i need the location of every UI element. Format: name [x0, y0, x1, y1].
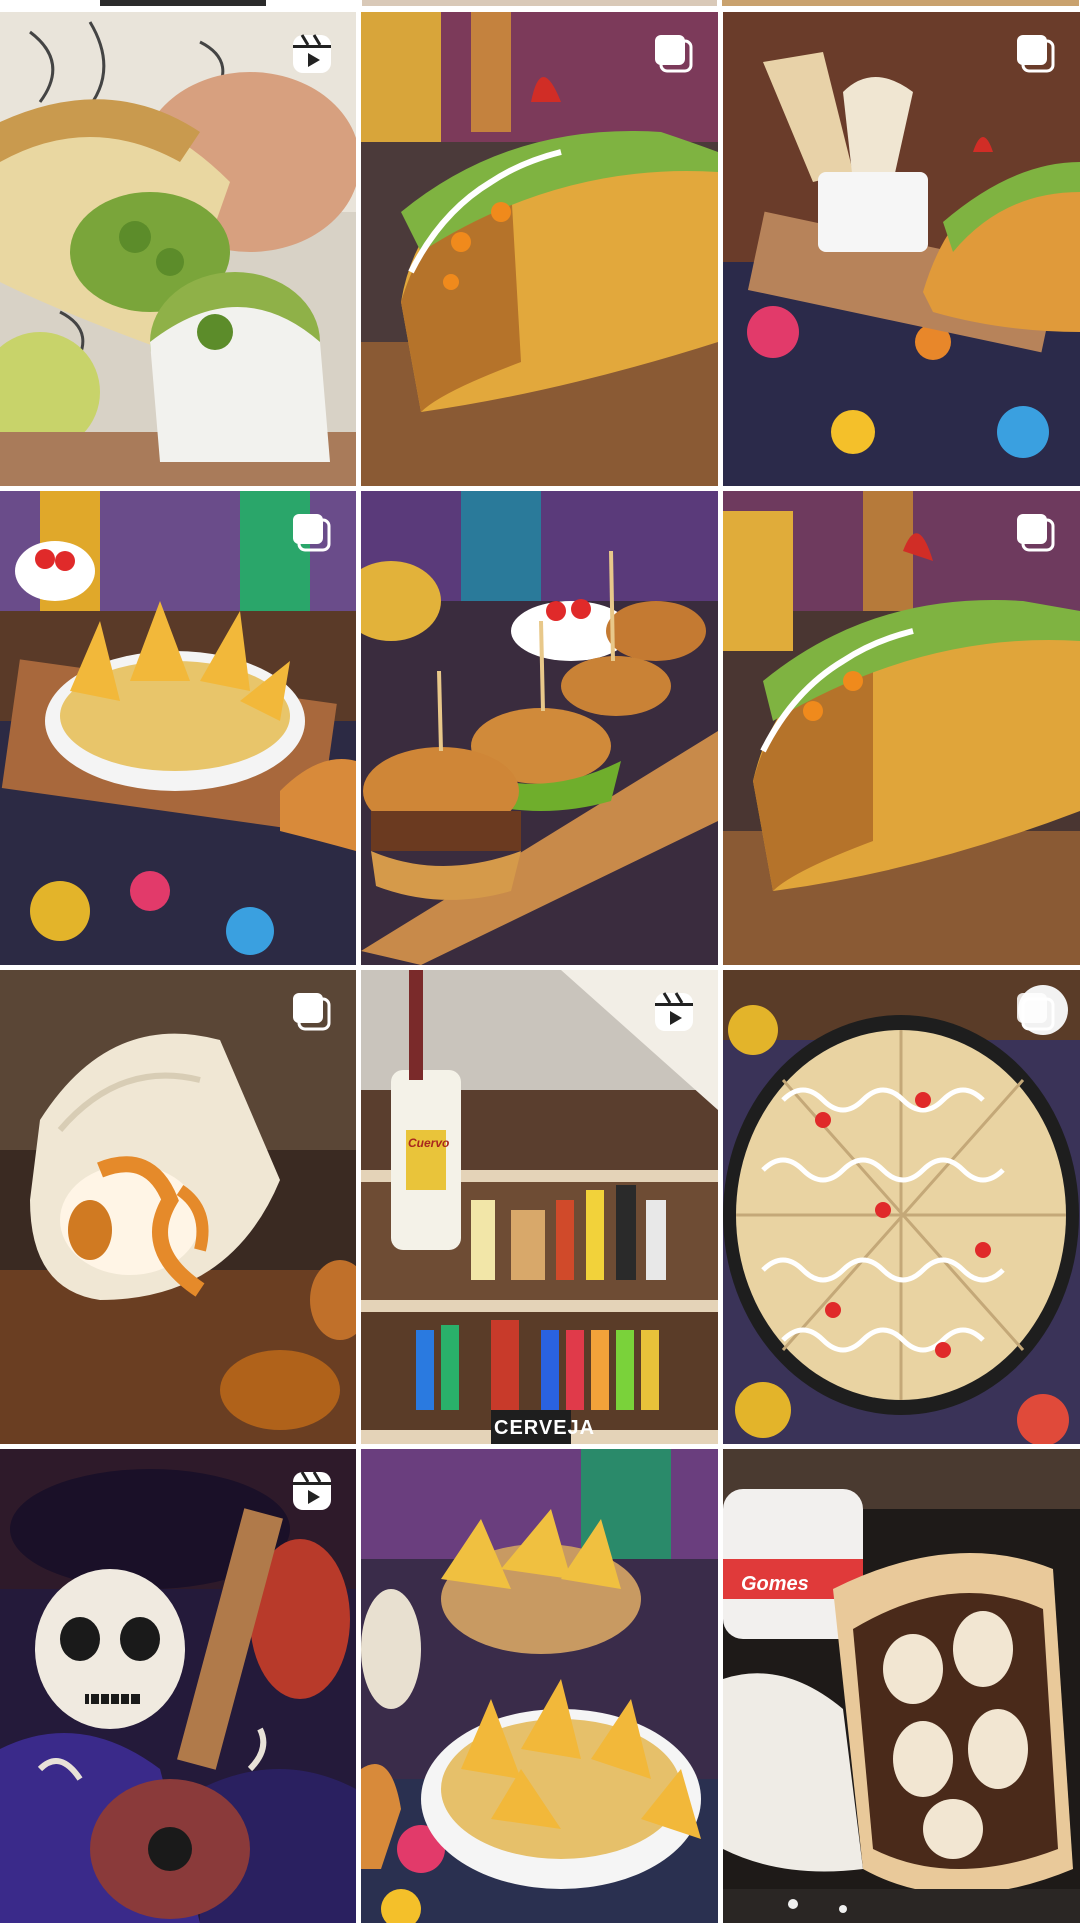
post-tile-taco-closeup[interactable] [723, 491, 1080, 965]
taco-photo [361, 12, 718, 486]
carousel-icon [655, 35, 693, 73]
post-tile-chocolate-wrap[interactable]: Gomes [723, 1449, 1080, 1923]
skeleton-photo [0, 1449, 356, 1923]
bar-sign: CERVEJA [494, 1417, 596, 1439]
reel-icon [293, 1471, 331, 1510]
post-tile-sliders[interactable] [361, 491, 718, 965]
post-tile-nachos-cheese[interactable] [0, 491, 356, 965]
nachos-bowl-photo [361, 1449, 718, 1923]
post-tile-nachos-bowl[interactable] [361, 1449, 718, 1923]
posts-grid: Cuervo CERVEJA Gomes [0, 12, 1080, 1923]
carousel-icon [1017, 993, 1055, 1031]
tacos-cones-photo [723, 12, 1080, 486]
reel-icon [293, 34, 331, 73]
carousel-icon [293, 993, 331, 1031]
burrito-photo [0, 12, 356, 486]
nachos-cheese-photo [0, 491, 356, 965]
post-tile-burrito[interactable] [0, 12, 356, 486]
top-strip [0, 0, 1080, 12]
reel-icon [655, 992, 693, 1031]
bar-photo [361, 970, 718, 1444]
wrap-photo [0, 970, 356, 1444]
post-tile-wrap[interactable] [0, 970, 356, 1444]
quesadilla-photo [723, 970, 1080, 1444]
post-tile-taco[interactable] [361, 12, 718, 486]
carousel-icon [293, 514, 331, 552]
taco-closeup-photo [723, 491, 1080, 965]
post-tile-skeleton[interactable] [0, 1449, 356, 1923]
carousel-icon [1017, 35, 1055, 73]
chocolate-wrap-photo [723, 1449, 1080, 1923]
post-tile-bar[interactable]: Cuervo CERVEJA [361, 970, 718, 1444]
jar-label: Gomes [741, 1573, 809, 1595]
sliders-photo [361, 491, 718, 965]
bottle-label: Cuervo [408, 1136, 450, 1150]
post-tile-tacos-cones[interactable] [723, 12, 1080, 486]
carousel-icon [1017, 514, 1055, 552]
post-tile-quesadilla[interactable] [723, 970, 1080, 1444]
